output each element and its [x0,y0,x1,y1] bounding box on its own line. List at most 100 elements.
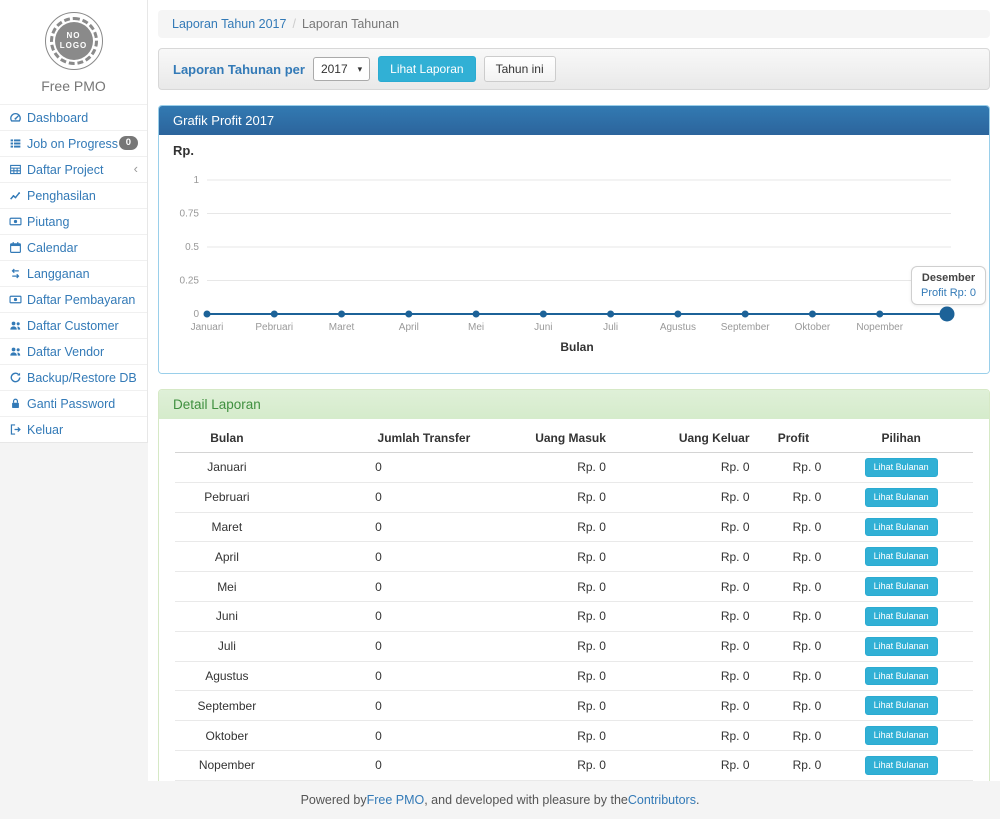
cell-jumlah-transfer: 0 [279,750,479,780]
cell-pilihan: Lihat Bulanan [829,691,973,721]
sidebar-item-label: Calendar [27,241,78,255]
cell-bulan: Nopember [175,750,279,780]
line-chart: Rp.00.250.50.751JanuariPebruariMaretApri… [159,135,989,373]
sidebar-item[interactable]: Penghasilan [0,182,147,208]
sidebar-item[interactable]: Dashboard [0,104,147,130]
cell-pilihan: Lihat Bulanan [829,542,973,572]
sidebar-item[interactable]: Daftar Project‹ [0,156,147,182]
lihat-bulanan-button[interactable]: Lihat Bulanan [865,488,938,507]
footer-text-middle: , and developed with pleasure by the [424,793,628,807]
money-icon [9,215,22,228]
year-select[interactable]: 2017▾ [313,57,370,81]
caret-down-icon: ▾ [358,64,363,75]
detail-laporan-panel: Detail Laporan BulanJumlah TransferUang … [158,389,990,781]
lihat-bulanan-button[interactable]: Lihat Bulanan [865,696,938,715]
svg-text:Oktober: Oktober [795,322,831,333]
sidebar-item[interactable]: Langganan [0,260,147,286]
svg-text:Juni: Juni [534,322,552,333]
free-pmo-link[interactable]: Free PMO [367,793,425,807]
lihat-bulanan-button[interactable]: Lihat Bulanan [865,667,938,686]
contributors-link[interactable]: Contributors [628,793,696,807]
cell-pilihan: Lihat Bulanan [829,750,973,780]
table-row: Mei0Rp. 0Rp. 0Rp. 0Lihat Bulanan [175,572,973,602]
logo-text-line1: NO [67,31,81,41]
svg-text:Mei: Mei [468,322,484,333]
no-logo-badge: NO LOGO [45,12,103,70]
column-header: Pilihan [829,424,973,453]
logo: NO LOGO Free PMO [0,0,147,104]
table-icon [9,163,22,176]
cell-pilihan: Lihat Bulanan [829,482,973,512]
cell-pilihan: Lihat Bulanan [829,572,973,602]
users-icon [9,345,22,358]
table-row: September0Rp. 0Rp. 0Rp. 0Lihat Bulanan [175,691,973,721]
lihat-laporan-button[interactable]: Lihat Laporan [378,56,475,82]
main-content: Laporan Tahun 2017/Laporan Tahunan Lapor… [148,0,1000,781]
svg-text:0.5: 0.5 [185,242,199,253]
lihat-bulanan-button[interactable]: Lihat Bulanan [865,756,938,775]
sidebar-item-label: Langganan [27,267,90,281]
lihat-bulanan-button[interactable]: Lihat Bulanan [865,518,938,537]
lihat-bulanan-button[interactable]: Lihat Bulanan [865,547,938,566]
table-header-row: BulanJumlah TransferUang MasukUang Kelua… [175,424,973,453]
table-row: Oktober0Rp. 0Rp. 0Rp. 0Lihat Bulanan [175,721,973,751]
chart-icon [9,189,22,202]
sidebar-item[interactable]: Calendar [0,234,147,260]
app: NO LOGO Free PMO Dashboard Job on Progre… [0,0,1000,781]
breadcrumb-separator: / [292,17,295,31]
lihat-bulanan-button[interactable]: Lihat Bulanan [865,607,938,626]
sidebar-item[interactable]: Daftar Customer [0,312,147,338]
cell-bulan: Januari [175,453,279,483]
sidebar-item-label: Daftar Pembayaran [27,293,135,307]
table-row: Pebruari0Rp. 0Rp. 0Rp. 0Lihat Bulanan [175,482,973,512]
detail-panel-title: Detail Laporan [159,390,989,419]
sidebar-item[interactable]: Daftar Vendor [0,338,147,364]
svg-text:Maret: Maret [329,322,355,333]
cell-uang-keluar: Rp. 0 [614,780,758,781]
cell-pilihan: Lihat Bulanan [829,631,973,661]
tahun-ini-button[interactable]: Tahun ini [484,56,556,82]
cell-jumlah-transfer: 0 [279,721,479,751]
cell-jumlah-transfer: 0 [279,631,479,661]
cell-jumlah-transfer: 0 [279,482,479,512]
cell-bulan: April [175,542,279,572]
lihat-bulanan-button[interactable]: Lihat Bulanan [865,726,938,745]
column-header: Jumlah Transfer [279,424,479,453]
sidebar-item[interactable]: Piutang [0,208,147,234]
cell-profit: Rp. 0 [758,721,830,751]
lihat-bulanan-button[interactable]: Lihat Bulanan [865,577,938,596]
cell-uang-masuk: Rp. 0 [478,631,614,661]
sidebar-item[interactable]: Ganti Password [0,390,147,416]
cell-pilihan: Lihat Bulanan [829,721,973,751]
cell-pilihan: Lihat Bulanan [829,453,973,483]
cell-bulan: Maret [175,512,279,542]
cell-profit: Rp. 0 [758,750,830,780]
toolbar-label: Laporan Tahunan per [173,62,305,77]
cell-jumlah-transfer: 0 [279,780,479,781]
profit-chart-panel: Grafik Profit 2017 Rp.00.250.50.751Janua… [158,105,990,374]
sidebar-item[interactable]: Job on Progress0 [0,130,147,156]
cell-profit: Rp. 0 [758,661,830,691]
sidebar-item[interactable]: Keluar [0,416,147,442]
table-row: Januari0Rp. 0Rp. 0Rp. 0Lihat Bulanan [175,453,973,483]
sidebar-item[interactable]: Backup/Restore DB [0,364,147,390]
report-toolbar: Laporan Tahunan per 2017▾ Lihat Laporan … [158,48,990,90]
lihat-bulanan-button[interactable]: Lihat Bulanan [865,458,938,477]
breadcrumb-link[interactable]: Laporan Tahun 2017 [172,17,286,31]
cell-profit: Rp. 0 [758,631,830,661]
svg-text:Januari: Januari [191,322,224,333]
sidebar-item-label: Job on Progress [27,137,118,151]
sidebar-item-label: Piutang [27,215,69,229]
cell-jumlah-transfer: 0 [279,601,479,631]
refresh-icon [9,371,22,384]
sidebar-item[interactable]: Daftar Pembayaran [0,286,147,312]
lihat-bulanan-button[interactable]: Lihat Bulanan [865,637,938,656]
sidebar-item-label: Dashboard [27,111,88,125]
cell-jumlah-transfer: 0 [279,661,479,691]
column-header: Uang Masuk [478,424,614,453]
profit-chart: Rp.00.250.50.751JanuariPebruariMaretApri… [159,135,989,373]
calendar-icon [9,241,22,254]
signout-icon [9,423,22,436]
column-header: Profit [758,424,830,453]
cell-pilihan: Lihat Bulanan [829,601,973,631]
